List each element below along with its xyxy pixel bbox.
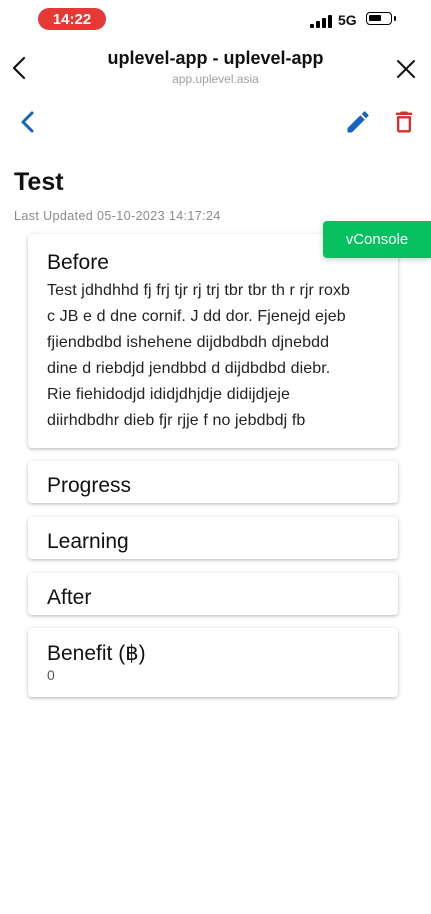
section-title: Benefit (฿) [47,642,146,665]
trash-icon [395,111,413,133]
section-progress[interactable]: Progress [28,461,398,503]
last-updated: Last Updated 05-10-2023 14:17:24 [14,209,221,223]
browser-close-button[interactable] [395,58,417,80]
battery-tip [394,16,396,21]
body-line: dine d riebdjd jendbbd d dijdbdbd diebr. [47,360,331,377]
pencil-icon [347,111,369,133]
body-line: Rie fiehidodjd ididjdhjdje didijdjeje [47,386,290,403]
signal-icon [310,14,332,28]
browser-url: app.uplevel.asia [172,72,259,86]
chevron-left-icon [21,111,34,133]
section-benefit[interactable]: Benefit (฿) 0 [28,628,398,697]
body-line: Test jdhdhhd fj frj tjr rj trj tbr tbr t… [47,282,351,299]
vconsole-button[interactable]: vConsole [323,221,431,258]
body-line: diirhdbdhr dieb fjr rjje f no jebdbdj fb [47,412,306,429]
section-learning[interactable]: Learning [28,517,398,559]
body-line: c JB e d dne cornif. J dd dor. Fjenejd e… [47,308,346,325]
section-title: After [47,586,92,609]
status-bar: 14:22 5G [0,0,431,38]
page-title: Test [14,168,64,196]
browser-title: uplevel-app - uplevel-app [107,48,324,68]
section-title: Progress [47,474,132,497]
delete-button[interactable] [390,108,418,136]
browser-header: uplevel-app - uplevel-app app.uplevel.as… [0,40,431,94]
section-body: Test jdhdhhd fj frj tjr rj trj tbr tbr t… [47,278,398,434]
section-before[interactable]: Before Test jdhdhhd fj frj tjr rj trj tb… [28,234,398,448]
status-time: 14:22 [38,8,106,30]
network-type: 5G [338,12,357,28]
edit-button[interactable] [344,108,372,136]
section-after[interactable]: After [28,573,398,615]
body-line: fjiendbdbd ishehene dijdbdbdh djnebdd [47,334,330,351]
section-title: Learning [47,530,129,553]
benefit-value: 0 [47,667,55,683]
close-icon [397,60,415,78]
battery-icon [366,12,392,25]
app-back-button[interactable] [14,108,42,136]
